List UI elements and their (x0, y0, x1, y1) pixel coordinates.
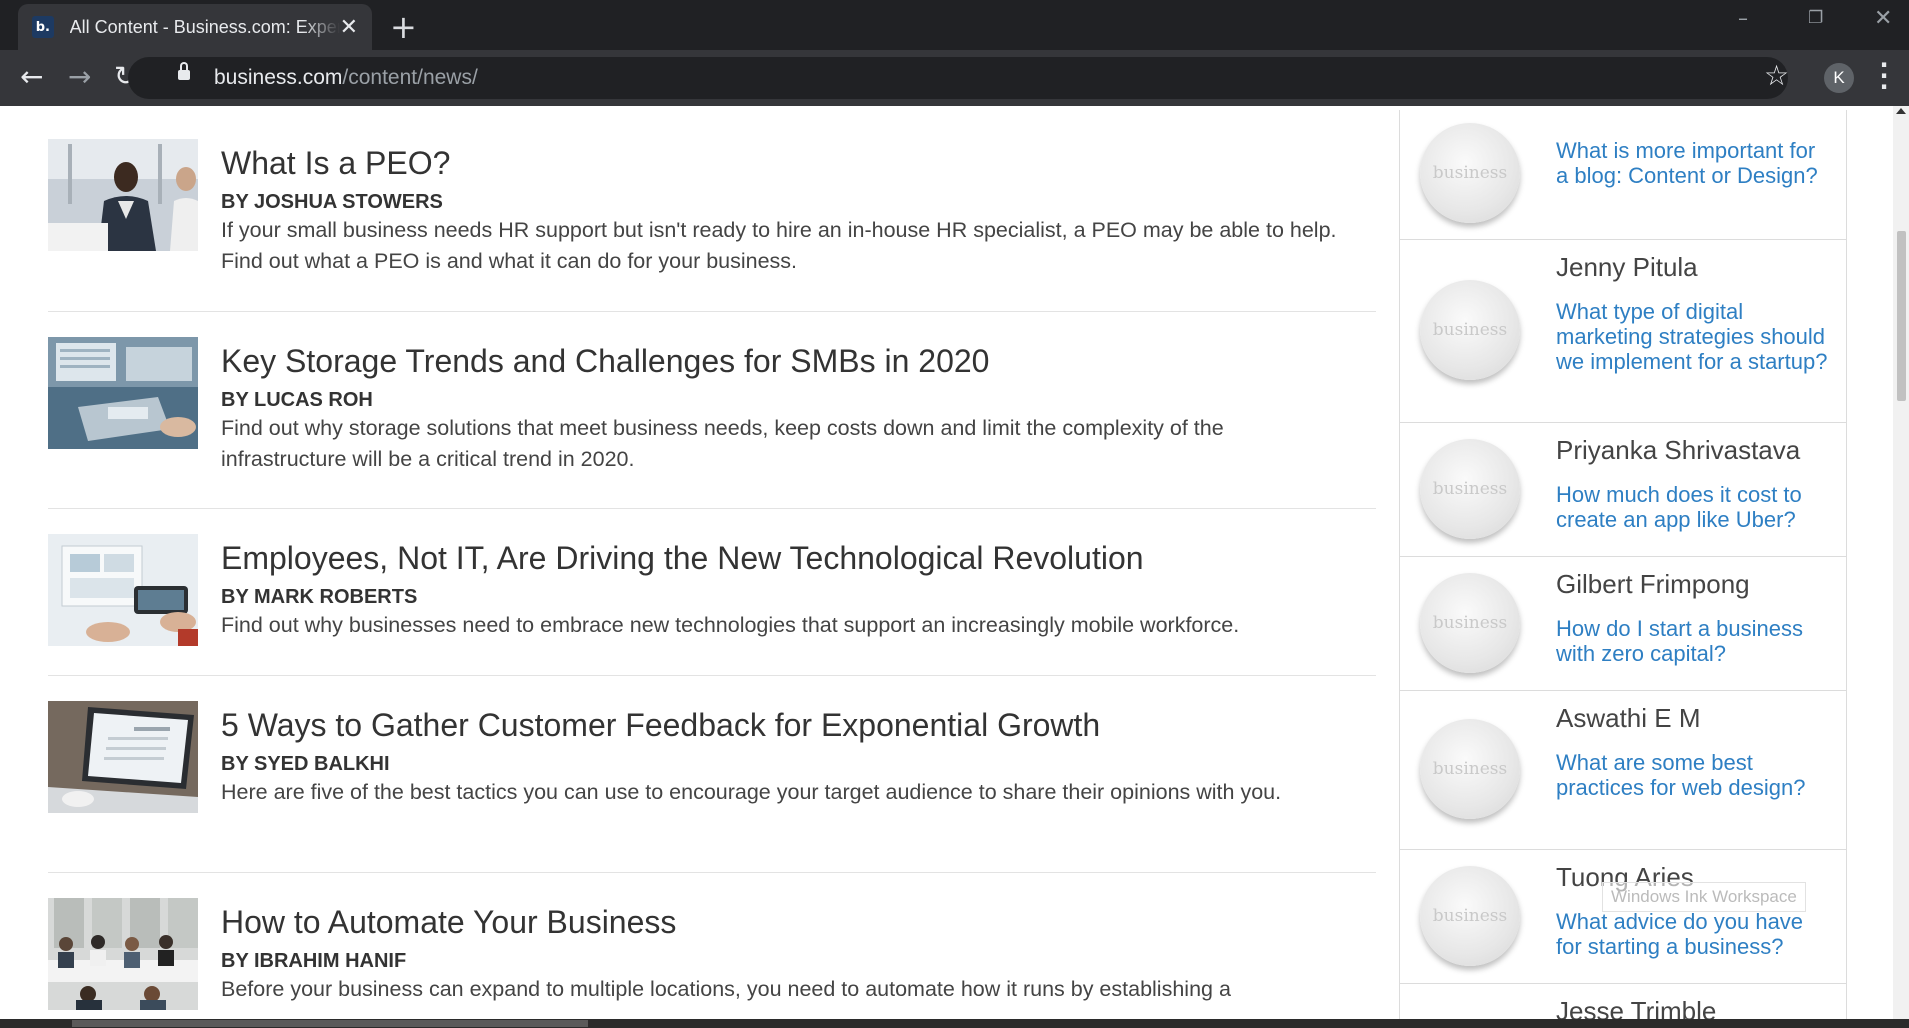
user-avatar: business (1420, 719, 1520, 819)
favicon-icon: b. (32, 16, 54, 38)
user-avatar: business (1420, 573, 1520, 673)
qa-user-name[interactable]: Priyanka Shrivastava (1556, 435, 1800, 466)
ink-workspace-overlay: Windows Ink Workspace (1602, 882, 1806, 912)
avatar-logo-text: business (1432, 759, 1508, 779)
qa-item: business Gilbert Frimpong How do I start… (1400, 557, 1846, 691)
qa-item: business What is more important for a bl… (1400, 110, 1846, 240)
qa-question[interactable]: How much does it cost to create an app l… (1556, 482, 1831, 532)
avatar-logo-text: business (1432, 163, 1508, 183)
article-title[interactable]: What Is a PEO? (221, 145, 450, 182)
url-host: business.com (214, 66, 343, 89)
article-thumbnail[interactable] (48, 701, 198, 813)
qa-item: business Aswathi E M What are some best … (1400, 691, 1846, 850)
close-tab-icon[interactable]: ✕ (340, 14, 358, 40)
article-title[interactable]: Key Storage Trends and Challenges for SM… (221, 343, 989, 380)
article-description: Before your business can expand to multi… (221, 977, 1231, 1001)
article-thumbnail[interactable] (48, 534, 198, 646)
tab-title: All Content - Business.com: Expert (69, 16, 340, 37)
article-author: BY IBRAHIM HANIF (221, 950, 407, 972)
bookmark-star-icon[interactable]: ☆ (1764, 59, 1789, 92)
qa-question[interactable]: What are some best practices for web des… (1556, 750, 1831, 800)
article-description: If your small business needs HR support … (221, 218, 1337, 273)
article-author: BY JOSHUA STOWERS (221, 191, 443, 213)
address-bar[interactable]: business.com/content/news/ (128, 57, 1788, 99)
qa-user-name[interactable]: Gilbert Frimpong (1556, 569, 1750, 600)
article-thumbnail[interactable] (48, 898, 198, 1010)
qa-question[interactable]: How do I start a business with zero capi… (1556, 616, 1831, 666)
qa-user-name[interactable]: Jesse Trimble (1556, 996, 1716, 1019)
article-author: BY MARK ROBERTS (221, 586, 418, 608)
minimize-icon[interactable]: – (1738, 6, 1748, 30)
qa-item: business Priyanka Shrivastava How much d… (1400, 423, 1846, 557)
article-thumbnail[interactable] (48, 337, 198, 449)
divider (48, 508, 1376, 509)
qa-user-name[interactable]: Jenny Pitula (1556, 252, 1698, 283)
user-avatar: business (1420, 439, 1520, 539)
close-window-icon[interactable]: ✕ (1874, 6, 1892, 31)
browser-toolbar: ← → ↻ business.com/content/news/ ☆ K · · · (0, 50, 1909, 106)
scroll-thumb[interactable] (1897, 231, 1906, 401)
qa-item: business Jenny Pitula What type of digit… (1400, 240, 1846, 423)
restore-icon[interactable]: ❐ (1808, 8, 1823, 28)
horizontal-scrollbar[interactable] (0, 1019, 1909, 1028)
article-description: Find out why storage solutions that meet… (221, 416, 1224, 471)
article-author: BY SYED BALKHI (221, 753, 390, 775)
article-title[interactable]: How to Automate Your Business (221, 904, 676, 941)
article-title[interactable]: Employees, Not IT, Are Driving the New T… (221, 540, 1144, 577)
vertical-scrollbar[interactable] (1893, 106, 1909, 1019)
user-avatar: business (1420, 866, 1520, 966)
qa-question[interactable]: What is more important for a blog: Conte… (1556, 138, 1831, 188)
divider (48, 311, 1376, 312)
avatar-logo-text: business (1432, 320, 1508, 340)
avatar-logo-text: business (1432, 479, 1508, 499)
qa-question[interactable]: What advice do you have for starting a b… (1556, 909, 1831, 959)
hscroll-thumb[interactable] (72, 1020, 588, 1027)
user-avatar: business (1420, 280, 1520, 380)
article-description: Here are five of the best tactics you ca… (221, 780, 1282, 804)
article-thumbnail[interactable] (48, 139, 198, 251)
qa-user-name[interactable]: Aswathi E M (1556, 703, 1701, 734)
scroll-up-icon[interactable] (1896, 108, 1906, 114)
article-title[interactable]: 5 Ways to Gather Customer Feedback for E… (221, 707, 1100, 744)
menu-dots-icon[interactable]: · · · (1878, 53, 1890, 99)
qa-item: Jesse Trimble (1400, 984, 1846, 1019)
forward-arrow-icon[interactable]: → (68, 62, 91, 92)
lock-icon (178, 62, 190, 80)
user-avatar: business (1420, 123, 1520, 223)
profile-avatar[interactable]: K (1824, 63, 1854, 93)
qa-question[interactable]: What type of digital marketing strategie… (1556, 299, 1831, 374)
back-arrow-icon[interactable]: ← (20, 62, 43, 92)
new-tab-button[interactable]: + (390, 8, 417, 46)
qa-item: business Tuong Aries What advice do you … (1400, 850, 1846, 984)
avatar-logo-text: business (1432, 906, 1508, 926)
url-path: /content/news/ (342, 66, 478, 89)
browser-tab[interactable]: b. All Content - Business.com: Expert ✕ (18, 4, 372, 50)
avatar-logo-text: business (1432, 613, 1508, 633)
article-description: Find out why businesses need to embrace … (221, 613, 1240, 637)
divider (48, 675, 1376, 676)
article-author: BY LUCAS ROH (221, 389, 373, 411)
divider (48, 872, 1376, 873)
tab-bar: b. All Content - Business.com: Expert ✕ … (0, 0, 1909, 50)
